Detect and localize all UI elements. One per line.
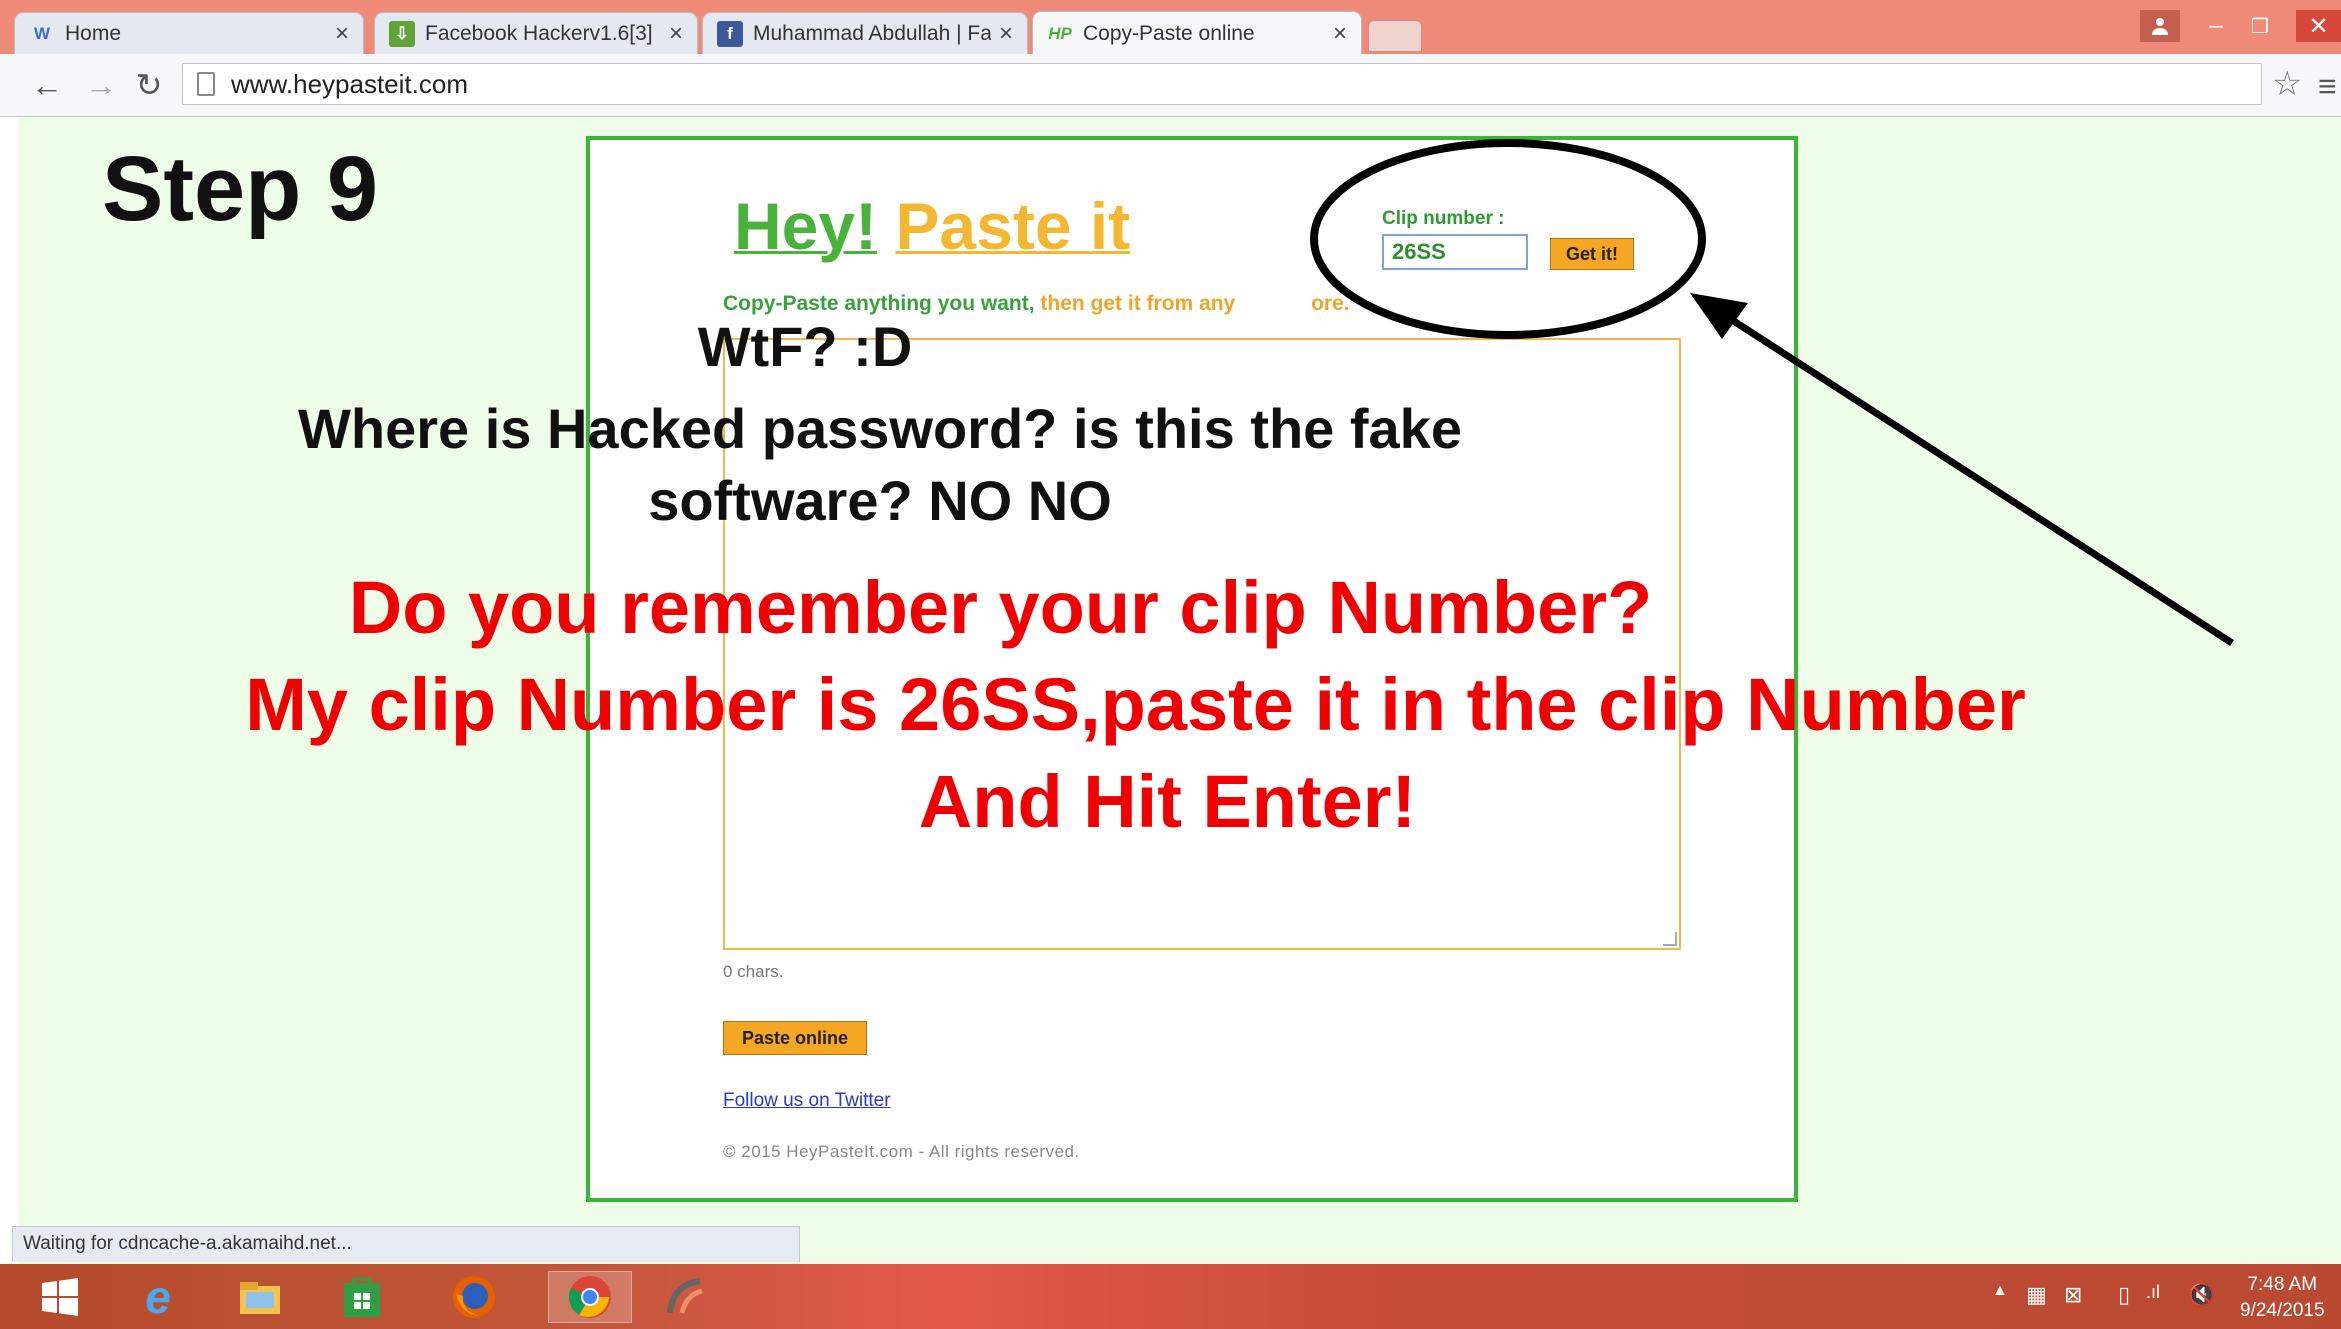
tagline-green: Copy-Paste anything you want, xyxy=(723,292,1035,315)
copyright-text: © 2015 HeyPasteIt.com - All rights reser… xyxy=(723,1142,1080,1161)
clip-number-label: Clip number : xyxy=(1382,208,1505,229)
get-it-button[interactable]: Get it! xyxy=(1550,238,1634,270)
tab-facebook-hacker[interactable]: ⇩ Facebook Hackerv1.6[3] × xyxy=(374,12,698,54)
battery-icon[interactable]: ▯ xyxy=(2118,1282,2130,1308)
tab-home[interactable]: W Home × xyxy=(14,12,364,54)
bookmark-star-icon[interactable]: ☆ xyxy=(2272,64,2302,104)
tab-facebook-profile[interactable]: f Muhammad Abdullah | Fa × xyxy=(702,12,1028,54)
close-icon[interactable]: × xyxy=(335,20,349,48)
facebook-icon: f xyxy=(717,20,743,47)
store-icon[interactable] xyxy=(330,1271,394,1323)
close-icon[interactable]: × xyxy=(999,20,1013,48)
tab-label: Facebook Hackerv1.6[3] xyxy=(425,21,653,45)
start-button[interactable] xyxy=(28,1271,92,1323)
close-icon[interactable]: × xyxy=(669,20,683,48)
firefox-icon[interactable] xyxy=(442,1271,506,1323)
internet-explorer-icon[interactable]: e xyxy=(126,1271,190,1323)
follow-twitter-link[interactable]: Follow us on Twitter xyxy=(723,1090,891,1112)
logo-paste: Paste it xyxy=(895,189,1131,263)
windows-logo-icon xyxy=(42,1278,78,1316)
back-icon[interactable]: ← xyxy=(26,64,68,106)
reload-icon[interactable]: ↻ xyxy=(128,64,170,106)
tagline-orange: then get it from any xyxy=(1040,292,1236,315)
overlay-red-line2: My clip Number is 26SS,paste it in the c… xyxy=(245,663,2026,746)
step-heading: Step 9 xyxy=(102,138,379,240)
chrome-icon[interactable] xyxy=(548,1271,632,1323)
w-logo-icon: W xyxy=(33,23,51,43)
clock-date: 9/24/2015 xyxy=(2240,1300,2325,1321)
tab-label: Home xyxy=(65,21,122,45)
new-tab-button[interactable] xyxy=(1368,20,1422,52)
address-bar[interactable] xyxy=(182,63,2262,105)
clip-number-input[interactable] xyxy=(1382,234,1528,270)
logo-hey: Hey! xyxy=(734,189,878,263)
site-logo[interactable]: Hey! Paste it xyxy=(734,188,1130,264)
close-icon[interactable]: × xyxy=(1333,20,1347,48)
tagline: Copy-Paste anything you want, then get i… xyxy=(723,292,1350,316)
tab-copy-paste-online[interactable]: HP Copy-Paste online × xyxy=(1032,11,1362,55)
app-icon[interactable] xyxy=(654,1271,718,1323)
clock-time: 7:48 AM xyxy=(2247,1274,2318,1295)
char-count: 0 chars. xyxy=(723,962,784,981)
minimize-icon[interactable]: – xyxy=(2196,10,2236,42)
overlay-wtf: WtF? :D xyxy=(0,314,1630,379)
page-viewport: Hey! Paste it Copy-Paste anything you wa… xyxy=(0,117,2341,1264)
resize-handle[interactable] xyxy=(1663,932,1677,946)
forward-icon[interactable]: → xyxy=(80,64,122,106)
signal-icon[interactable]: .ıl xyxy=(2146,1282,2160,1303)
page-icon xyxy=(197,72,215,96)
network-error-icon[interactable]: ⊠ xyxy=(2064,1282,2082,1308)
show-hidden-icons[interactable]: ▲ xyxy=(1992,1282,2008,1300)
tab-label: Muhammad Abdullah | Fa xyxy=(753,21,991,45)
overlay-question-line2: software? NO NO xyxy=(648,469,1112,532)
close-window-icon[interactable]: ✕ xyxy=(2296,10,2341,42)
overlay-question-line1: Where is Hacked password? is this the fa… xyxy=(298,397,1462,460)
url-input[interactable] xyxy=(229,67,1733,101)
tagline-orange-end: ore. xyxy=(1311,292,1350,315)
user-profile-icon[interactable] xyxy=(2140,10,2180,42)
hp-logo-icon: HP xyxy=(1048,23,1072,43)
overlay-question: Where is Hacked password? is this the fa… xyxy=(90,393,1670,537)
overlay-wtf-text: WtF? :D xyxy=(697,315,913,378)
tab-label: Copy-Paste online xyxy=(1083,21,1255,45)
download-icon: ⇩ xyxy=(389,20,415,47)
file-explorer-icon[interactable] xyxy=(228,1271,292,1323)
action-center-icon[interactable]: ▦ xyxy=(2026,1282,2047,1308)
browser-titlebar: W Home × ⇩ Facebook Hackerv1.6[3] × f Mu… xyxy=(0,0,2341,55)
menu-icon[interactable]: ≡ xyxy=(2318,68,2337,105)
windows-taskbar: e ▲ ▦ ⊠ ▯ .ıl 🔇 7:48 AM 9/24/2015 xyxy=(0,1264,2341,1329)
restore-icon[interactable]: ❐ xyxy=(2240,10,2280,42)
browser-toolbar: ← → ↻ ☆ ≡ xyxy=(0,54,2341,117)
status-bar: Waiting for cdncache-a.akamaihd.net... xyxy=(12,1226,800,1262)
overlay-red-line1: Do you remember your clip Number? xyxy=(348,566,1653,649)
system-clock[interactable]: 7:48 AM 9/24/2015 xyxy=(2240,1272,2325,1324)
overlay-red-line3: And Hit Enter! xyxy=(918,760,1417,843)
volume-muted-icon[interactable]: 🔇 xyxy=(2188,1282,2215,1308)
paste-online-button[interactable]: Paste online xyxy=(723,1021,867,1055)
